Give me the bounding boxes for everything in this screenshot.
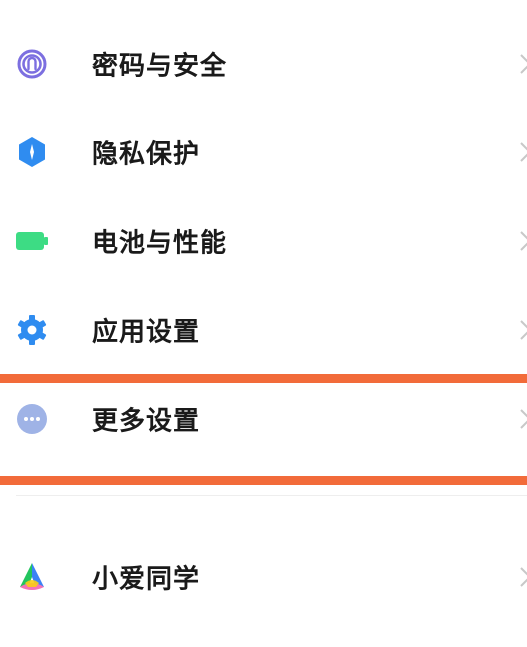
chevron-right-icon xyxy=(520,231,527,251)
settings-item-app-settings[interactable]: 应用设置 xyxy=(0,286,527,374)
settings-item-label: 应用设置 xyxy=(92,317,201,348)
settings-item-label: 密码与安全 xyxy=(92,51,228,82)
chevron-right-icon xyxy=(520,409,527,429)
chevron-right-icon xyxy=(520,567,527,587)
settings-item-label: 电池与性能 xyxy=(92,228,228,259)
section-divider xyxy=(16,495,527,496)
settings-item-label: 更多设置 xyxy=(92,406,201,437)
settings-item-battery-performance[interactable]: 电池与性能 xyxy=(0,197,527,285)
gear-icon xyxy=(17,315,47,345)
settings-screen: 密码与安全 隐私保护 电池与性能 应用设置 更多设置 小爱同学 xyxy=(0,0,527,647)
xiaoai-icon xyxy=(20,563,44,590)
settings-item-xiaoai[interactable]: 小爱同学 xyxy=(0,533,527,621)
more-icon xyxy=(17,404,47,434)
highlight-line-bottom xyxy=(0,476,527,485)
battery-icon xyxy=(16,232,48,250)
chevron-right-icon xyxy=(520,142,527,162)
fingerprint-icon xyxy=(17,49,47,79)
settings-item-password-security[interactable]: 密码与安全 xyxy=(0,20,527,108)
settings-item-more-settings[interactable]: 更多设置 xyxy=(0,375,527,463)
chevron-right-icon xyxy=(520,320,527,340)
chevron-right-icon xyxy=(520,54,527,74)
settings-item-label: 隐私保护 xyxy=(92,139,201,170)
settings-item-label: 小爱同学 xyxy=(92,564,201,595)
settings-item-privacy[interactable]: 隐私保护 xyxy=(0,108,527,196)
privacy-shield-icon xyxy=(19,137,45,167)
